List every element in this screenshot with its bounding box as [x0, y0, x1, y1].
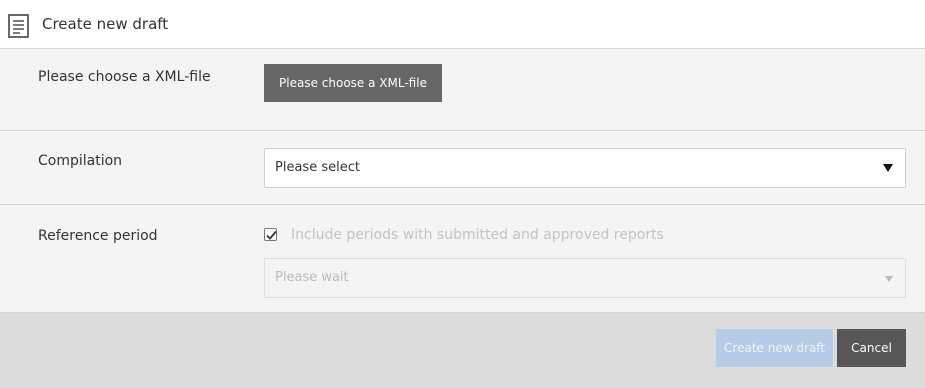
- reference-period-value: Please wait: [275, 270, 349, 285]
- reference-period-select: Please wait: [264, 258, 906, 298]
- dialog-footer: Create new draft Cancel: [0, 313, 925, 388]
- file-label: Please choose a XML-file: [38, 69, 211, 85]
- document-icon: [8, 14, 30, 38]
- dialog-title: Create new draft: [42, 15, 169, 33]
- reference-period-label: Reference period: [38, 228, 158, 244]
- include-periods-checkbox[interactable]: [264, 228, 277, 241]
- cancel-button[interactable]: Cancel: [837, 329, 906, 367]
- compilation-selected-value: Please select: [275, 160, 360, 175]
- chevron-down-icon: [883, 164, 893, 172]
- reference-period-section: Reference period Include periods with su…: [0, 205, 925, 313]
- create-draft-button[interactable]: Create new draft: [716, 329, 833, 367]
- compilation-section: Compilation Please select: [0, 131, 925, 205]
- compilation-select[interactable]: Please select: [264, 148, 906, 188]
- choose-file-button[interactable]: Please choose a XML-file: [264, 64, 442, 102]
- chevron-down-icon: [885, 276, 893, 282]
- compilation-label: Compilation: [38, 153, 123, 169]
- checkmark-icon: [266, 230, 277, 240]
- include-periods-label: Include periods with submitted and appro…: [291, 227, 664, 243]
- file-section: Please choose a XML-file Please choose a…: [0, 49, 925, 131]
- dialog-header: Create new draft: [0, 0, 925, 49]
